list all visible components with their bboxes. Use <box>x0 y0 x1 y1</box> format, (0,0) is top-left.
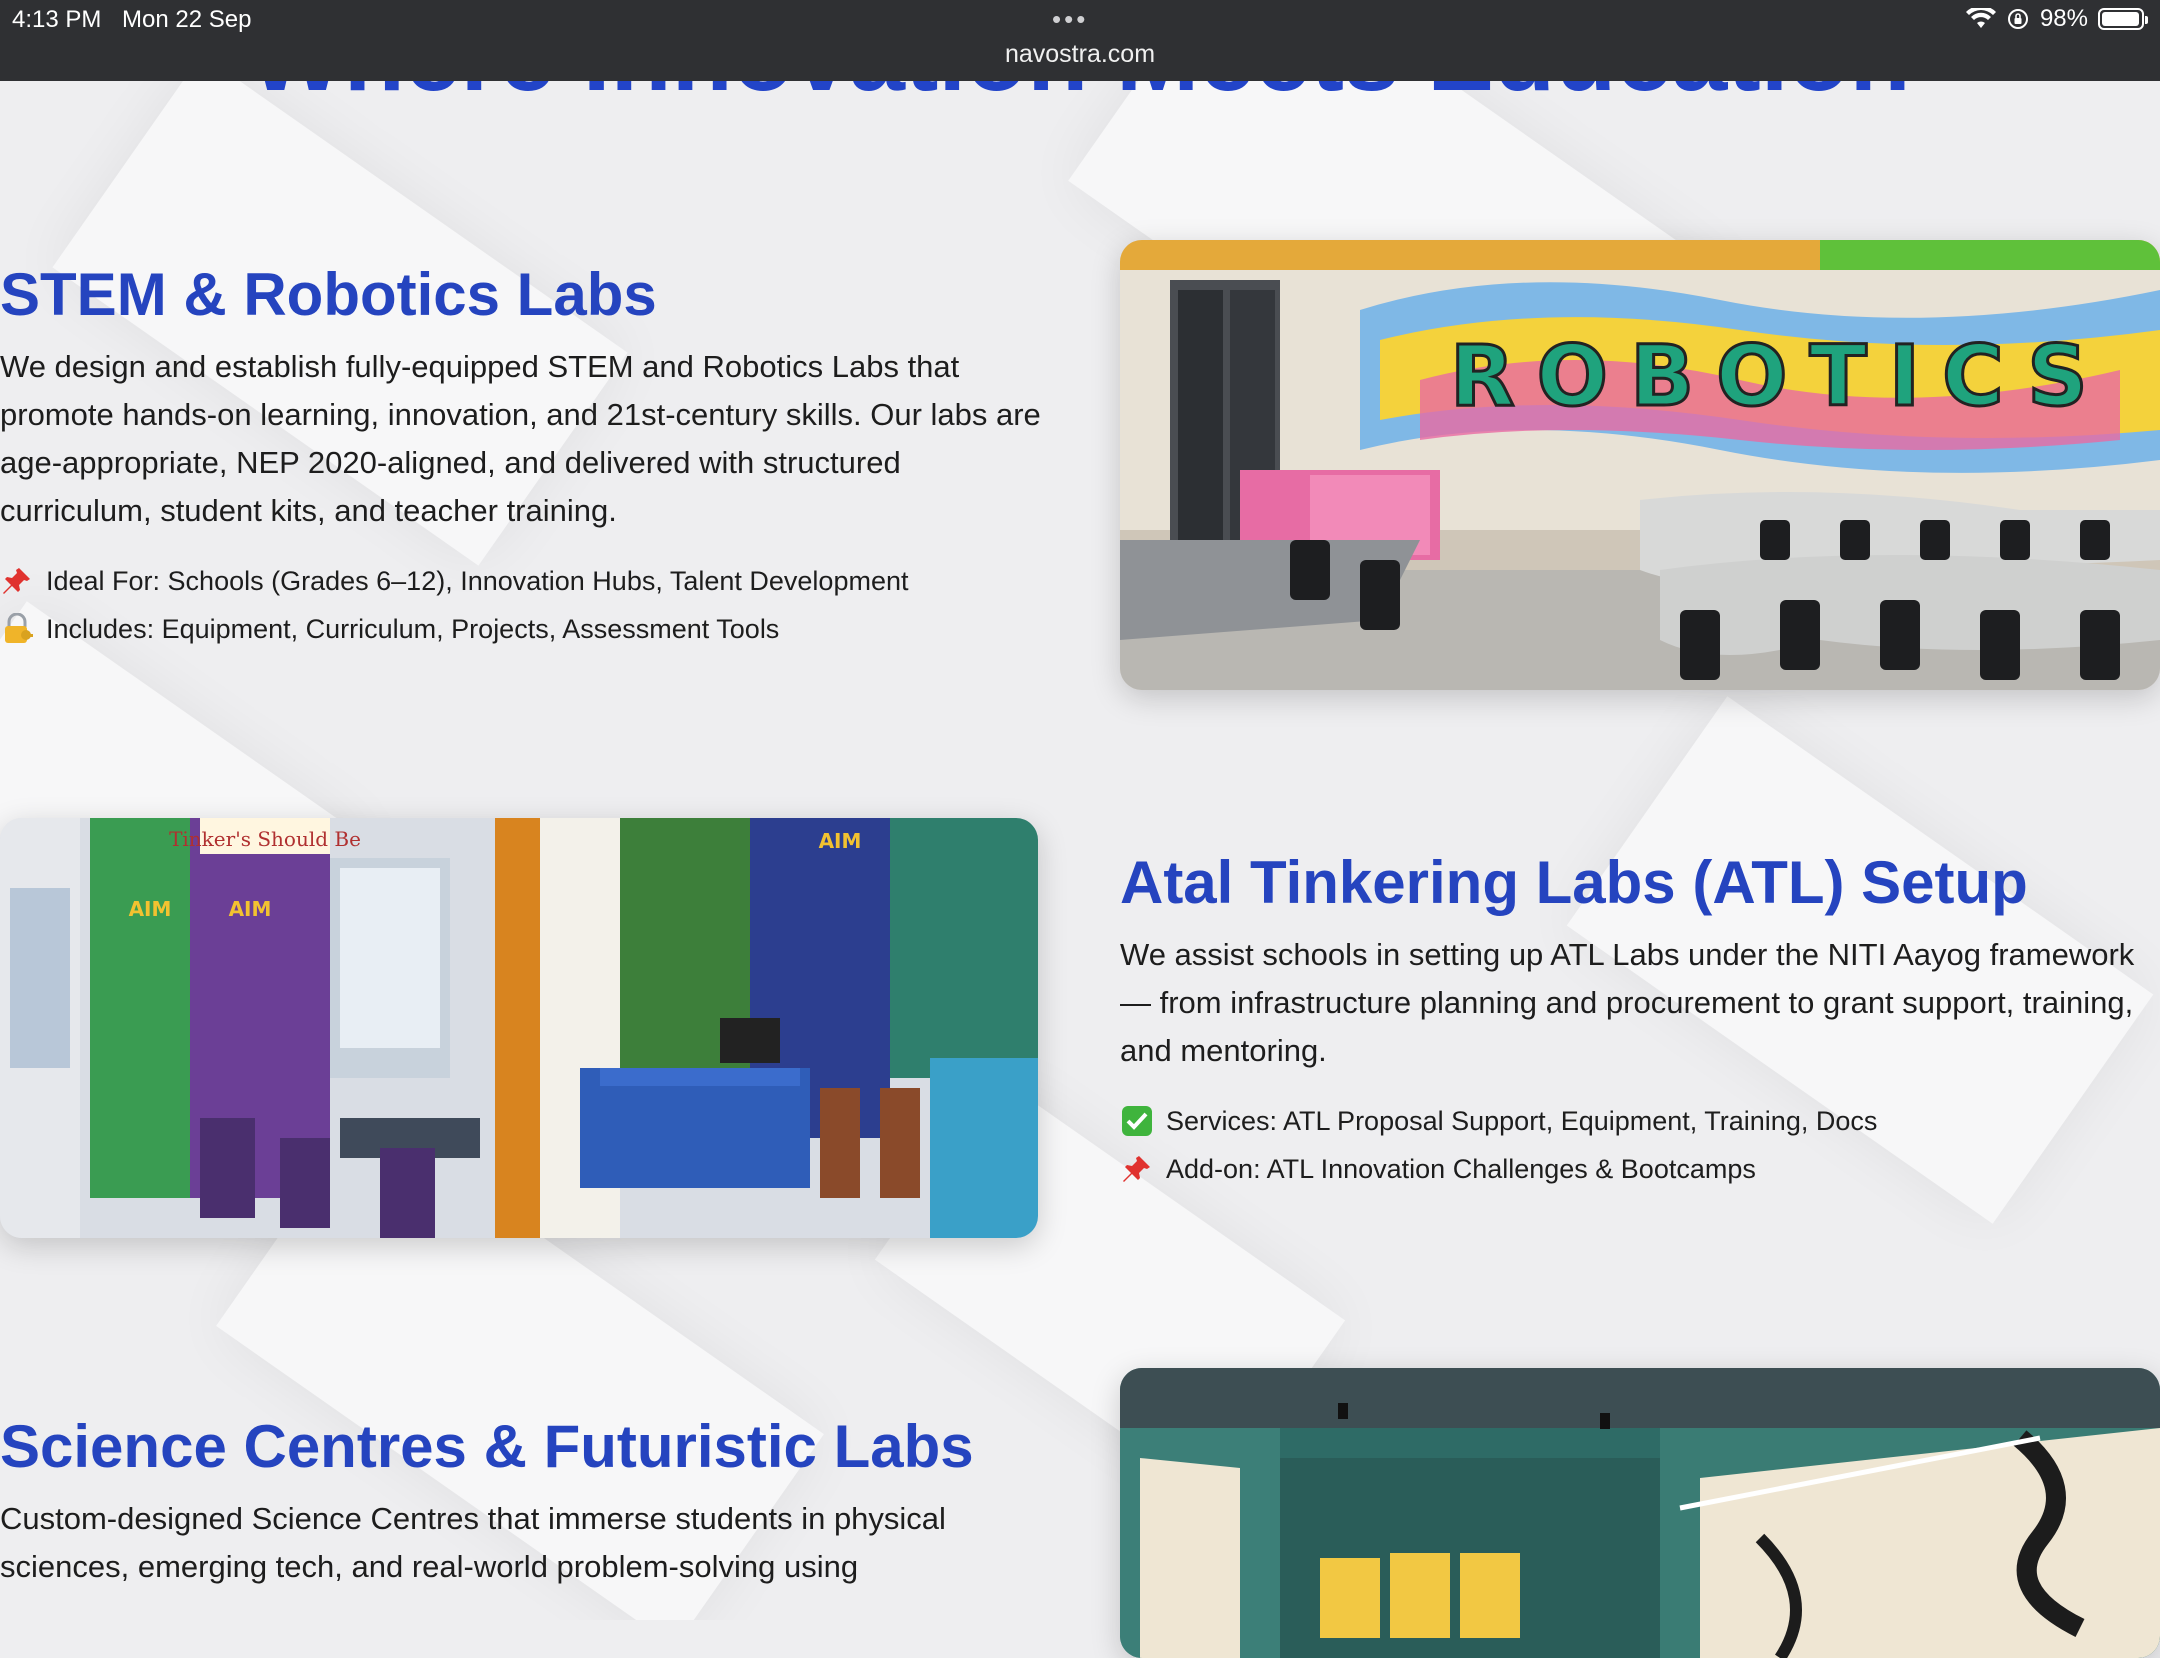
feature-item: Add-on: ATL Innovation Challenges & Boot… <box>1120 1145 2160 1193</box>
robotics-lab-photo: ROBOTICS <box>1120 240 2160 690</box>
section-science: Science Centres & Futuristic Labs Custom… <box>0 1412 1060 1591</box>
status-icons: 98% <box>1965 5 2148 33</box>
pushpin-icon <box>0 564 34 598</box>
section-description: We assist schools in setting up ATL Labs… <box>1120 937 2135 1068</box>
section-stem: STEM & Robotics Labs We design and estab… <box>0 260 1060 653</box>
check-mark-icon <box>1120 1104 1154 1138</box>
status-date: Mon 22 Sep <box>122 6 252 33</box>
atal-tinkering-lab-photo: Tinker's Should Be AIM AIM AIM <box>0 818 1038 1238</box>
science-centre-photo <box>1120 1368 2160 1658</box>
battery-percent: 98% <box>2039 5 2088 32</box>
section-title: Atal Tinkering Labs (ATL) Setup <box>1120 849 2028 916</box>
section-title: STEM & Robotics Labs <box>0 261 657 328</box>
section-atl: Atal Tinkering Labs (ATL) Setup We assis… <box>1120 848 2160 1193</box>
rotation-lock-icon <box>2007 9 2028 29</box>
feature-item: Includes: Equipment, Curriculum, Project… <box>0 605 1060 653</box>
aim-logo-text: AIM <box>229 897 272 921</box>
robotics-mural-text: ROBOTICS <box>1450 327 2110 425</box>
lock-with-key-icon <box>0 612 34 646</box>
section-description: We design and establish fully-equipped S… <box>0 349 1041 528</box>
address-bar[interactable]: navostra.com <box>0 40 2160 69</box>
section-description: Custom-designed Science Centres that imm… <box>0 1501 946 1584</box>
battery-icon <box>2098 8 2148 30</box>
browser-menu-dots[interactable]: ••• <box>1052 4 1088 35</box>
status-bar: 4:13 PM Mon 22 Sep ••• navostra.com 98% <box>0 0 2160 81</box>
aim-logo-text: AIM <box>129 897 172 921</box>
status-time: 4:13 PM <box>12 6 102 33</box>
poster-caption: Tinker's Should Be <box>169 827 361 851</box>
feature-item: Services: ATL Proposal Support, Equipmen… <box>1120 1097 2160 1145</box>
section-title: Science Centres & Futuristic Labs <box>0 1413 974 1480</box>
feature-item: Ideal For: Schools (Grades 6–12), Innova… <box>0 557 1060 605</box>
aim-logo-text: AIM <box>819 829 862 853</box>
pushpin-icon <box>1120 1152 1154 1186</box>
wifi-icon <box>1965 8 1996 28</box>
